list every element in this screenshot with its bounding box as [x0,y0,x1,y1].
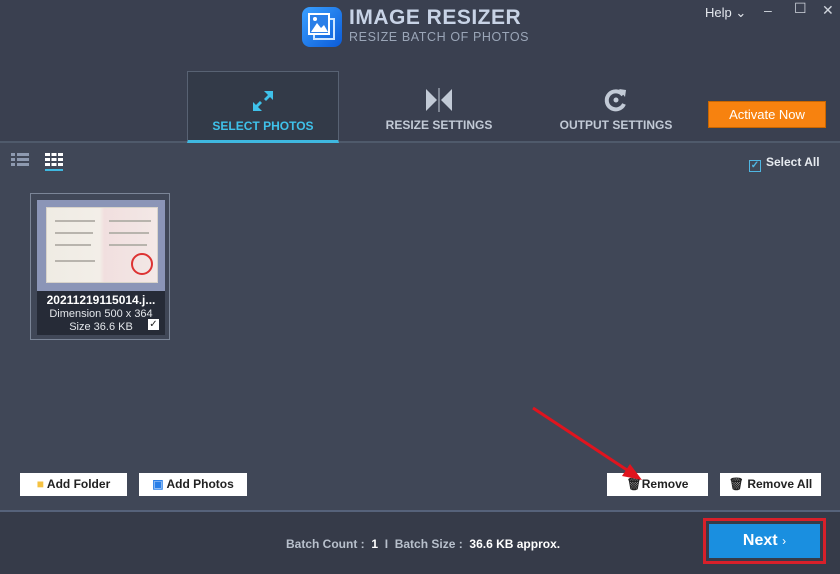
help-label: Help [705,5,732,20]
activate-now-button[interactable]: Activate Now [708,101,826,128]
checkbox-checked-icon: ✓ [749,160,761,172]
close-button[interactable]: ✕ [822,2,834,19]
tab-select-photos[interactable]: SELECT PHOTOS [187,71,339,143]
photo-card[interactable]: 20211219115014.j... Dimension 500 x 364 … [30,193,170,340]
app-logo-icon [302,7,342,47]
chevron-right-icon: › [782,534,787,548]
folder-icon: ■ [36,477,45,491]
remove-label: Remove [641,477,689,491]
batch-size-label: Batch Size : [394,537,463,551]
select-all-checkbox[interactable]: ✓ Select All [749,155,820,172]
photo-thumbnail [37,200,165,291]
photo-dimension: Dimension 500 x 364 [49,308,153,320]
resize-icon [363,87,515,113]
tab-label: RESIZE SETTINGS [385,118,493,132]
photo-checkbox[interactable]: ✓ [148,319,159,330]
tab-label: SELECT PHOTOS [212,119,314,133]
trash-icon: 🗑 [728,477,744,491]
tab-resize-settings[interactable]: RESIZE SETTINGS [363,71,515,143]
batch-count: 1 [371,537,379,551]
add-folder-button[interactable]: ■ Add Folder [20,473,127,496]
chevron-down-icon: ⌄ [735,5,747,20]
remove-all-button[interactable]: 🗑 Remove All [720,473,821,496]
batch-count-label: Batch Count : [286,537,365,551]
image-icon: ▣ [152,477,164,491]
tab-label: OUTPUT SETTINGS [559,118,673,132]
next-button[interactable]: Next › [703,518,826,564]
app-subtitle: RESIZE BATCH OF PHOTOS [349,30,530,44]
stats-divider: I [384,537,389,551]
batch-stats: Batch Count : 1 I Batch Size : 36.6 KB a… [286,537,560,551]
tab-output-settings[interactable]: OUTPUT SETTINGS [540,71,692,143]
list-view-icon[interactable] [11,153,29,172]
next-label: Next [742,532,778,549]
help-menu[interactable]: Help ⌄ [705,5,746,21]
trash-icon: 🗑 [626,477,642,491]
select-all-label: Select All [766,155,820,169]
photo-size: Size 36.6 KB [69,321,133,333]
header: IMAGE RESIZER RESIZE BATCH OF PHOTOS Hel… [0,0,840,143]
photo-filename: 20211219115014.j... [46,293,156,307]
remove-all-label: Remove All [747,477,813,491]
add-photos-label: Add Photos [166,477,234,491]
expand-arrows-icon [188,88,338,114]
refresh-icon [540,87,692,113]
remove-button[interactable]: 🗑Remove [607,473,708,496]
grid-view-icon[interactable] [45,153,63,178]
add-photos-button[interactable]: ▣ Add Photos [139,473,247,496]
batch-size: 36.6 KB approx. [469,537,561,551]
minimize-button[interactable]: – [764,2,772,18]
maximize-button[interactable]: ☐ [794,0,807,17]
add-folder-label: Add Folder [46,477,111,491]
app-title: IMAGE RESIZER [349,6,522,29]
